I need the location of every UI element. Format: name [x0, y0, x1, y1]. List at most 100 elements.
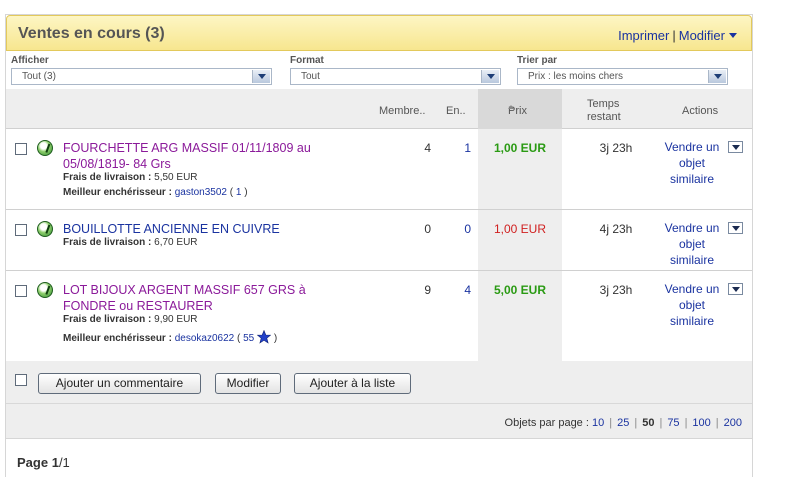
format-filter-value: Tout [301, 71, 320, 82]
bidder-line: Meilleur enchérisseur : desokaz0622 ( 55… [63, 329, 278, 344]
sort-select[interactable]: Prix : les moins chers [517, 68, 728, 85]
col-members[interactable]: Membre.. [379, 105, 425, 117]
pager-separator: | [659, 417, 663, 429]
item-title-link[interactable]: LOT BIJOUX ARGENT MASSIF 657 GRS à FONDR… [63, 282, 338, 314]
show-filter-value: Tout (3) [22, 71, 56, 82]
shipping-label: Frais de livraison : [63, 172, 152, 183]
item-title-link[interactable]: BOUILLOTTE ANCIENNE EN CUIVRE [63, 221, 338, 237]
row-actions-dropdown-icon[interactable] [728, 222, 743, 234]
bidder-paren-close: ) [244, 187, 248, 198]
table-header: Membre.. En.. Prix Temps restant Actions [6, 89, 752, 129]
time-left: 3j 23h [599, 283, 633, 297]
shipping-value: 6,70 EUR [154, 237, 198, 248]
bidder-link[interactable]: gaston3502 [175, 187, 227, 198]
shipping-value: 5,50 EUR [154, 172, 198, 183]
items-per-page-options: 10 | 25 | 50 | 75 | 100 | 200 [592, 417, 742, 429]
format-filter-select[interactable]: Tout [290, 68, 501, 85]
pagination-footer: Page 1/1 [6, 438, 752, 477]
bidder-paren-open: ( [229, 187, 234, 198]
shipping-label: Frais de livraison : [63, 237, 152, 248]
shipping-label: Frais de livraison : [63, 314, 152, 325]
time-left: 3j 23h [599, 141, 633, 155]
col-actions: Actions [682, 105, 719, 117]
bids-count-link[interactable]: 0 [446, 222, 471, 236]
show-filter-label: Afficher [11, 55, 49, 66]
members-count: 4 [424, 141, 431, 155]
items-per-page-label: Objets par page : [504, 417, 589, 429]
col-time-left-2[interactable]: restant [587, 111, 621, 123]
pager-separator: | [715, 417, 719, 429]
items-per-page-option[interactable]: 10 [592, 417, 604, 429]
page-indicator: Page 1/1 [17, 455, 70, 470]
bidder-link[interactable]: desokaz0622 [175, 333, 235, 344]
bidder-label: Meilleur enchérisseur : [63, 333, 172, 344]
row-checkbox[interactable] [15, 143, 27, 155]
panel-title: Ventes en cours (3) [18, 25, 165, 42]
add-to-list-button[interactable]: Ajouter à la liste [294, 373, 411, 394]
items-per-page-option[interactable]: 25 [617, 417, 629, 429]
shipping-value: 9,90 EUR [154, 314, 198, 325]
table-row: FOURCHETTE ARG MASSIF 01/11/1809 au 05/0… [6, 129, 752, 210]
sell-similar-link[interactable]: Vendre un objet similaire [660, 281, 724, 329]
items-per-page-bar: Objets par page : 10 | 25 | 50 | 75 | 100 | 200 [6, 403, 752, 438]
globe-icon [37, 140, 53, 156]
table-row: BOUILLOTTE ANCIENNE EN CUIVRE Frais de l… [6, 210, 752, 271]
sort-value: Prix : les moins chers [528, 71, 624, 82]
bids-count-link[interactable]: 1 [446, 141, 471, 155]
print-link[interactable]: Imprimer [618, 28, 669, 43]
page-label: Page [17, 455, 49, 470]
chevron-down-icon[interactable] [729, 33, 737, 38]
show-filter-select[interactable]: Tout (3) [11, 68, 272, 85]
col-price[interactable]: Prix [478, 89, 562, 129]
add-comment-button[interactable]: Ajouter un commentaire [38, 373, 201, 394]
bidder-paren-open: ( [237, 333, 241, 344]
bids-count-link[interactable]: 4 [446, 283, 471, 297]
panel-header: Ventes en cours (3) Imprimer | Modifier [6, 15, 752, 51]
shipping-line: Frais de livraison : 6,70 EUR [63, 237, 198, 248]
bidder-score[interactable]: 55 [243, 333, 254, 344]
dropdown-arrow-icon[interactable] [252, 70, 270, 83]
format-filter-label: Format [290, 55, 324, 66]
bidder-paren-close: ) [273, 333, 278, 344]
star-icon [256, 329, 272, 344]
item-price: 1,00 EUR [493, 141, 547, 155]
item-price: 5,00 EUR [493, 283, 547, 297]
item-title-link[interactable]: FOURCHETTE ARG MASSIF 01/11/1809 au 05/0… [63, 140, 338, 172]
row-actions-dropdown-icon[interactable] [728, 141, 743, 153]
items-per-page-option[interactable]: 100 [692, 417, 710, 429]
globe-icon [37, 221, 53, 237]
members-count: 0 [424, 222, 431, 236]
globe-icon [37, 282, 53, 298]
items-per-page-option[interactable]: 75 [667, 417, 679, 429]
row-checkbox[interactable] [15, 285, 27, 297]
items-per-page: Objets par page : 10 | 25 | 50 | 75 | 100 | 200 [505, 417, 742, 429]
bidder-score[interactable]: 1 [236, 187, 242, 198]
sell-similar-link[interactable]: Vendre un objet similaire [660, 220, 724, 268]
sort-label: Trier par [517, 55, 558, 66]
pager-separator: | [684, 417, 688, 429]
col-bids[interactable]: En.. [446, 105, 466, 117]
shipping-line: Frais de livraison : 5,50 EUR [63, 172, 198, 183]
row-actions-dropdown-icon[interactable] [728, 283, 743, 295]
page-current: 1 [51, 455, 59, 470]
items-per-page-current: 50 [642, 417, 655, 429]
bulk-actions-bar: Ajouter un commentaire Modifier Ajouter … [6, 361, 752, 403]
header-separator: | [672, 28, 676, 43]
select-all-checkbox[interactable] [15, 374, 27, 386]
items-per-page-option[interactable]: 200 [724, 417, 742, 429]
row-checkbox[interactable] [15, 224, 27, 236]
item-price: 1,00 EUR [493, 222, 547, 236]
page-total: /1 [58, 455, 70, 470]
sell-similar-link[interactable]: Vendre un objet similaire [660, 139, 724, 187]
bidder-label: Meilleur enchérisseur : [63, 187, 172, 198]
modify-link[interactable]: Modifier [679, 28, 725, 43]
members-count: 9 [424, 283, 431, 297]
sort-ascending-icon [508, 105, 514, 109]
modify-button[interactable]: Modifier [215, 373, 281, 394]
header-links: Imprimer | Modifier [618, 28, 737, 43]
dropdown-arrow-icon[interactable] [481, 70, 499, 83]
table-row: LOT BIJOUX ARGENT MASSIF 657 GRS à FONDR… [6, 271, 752, 361]
col-time-left-1[interactable]: Temps [587, 98, 619, 110]
pager-separator: | [609, 417, 613, 429]
dropdown-arrow-icon[interactable] [708, 70, 726, 83]
